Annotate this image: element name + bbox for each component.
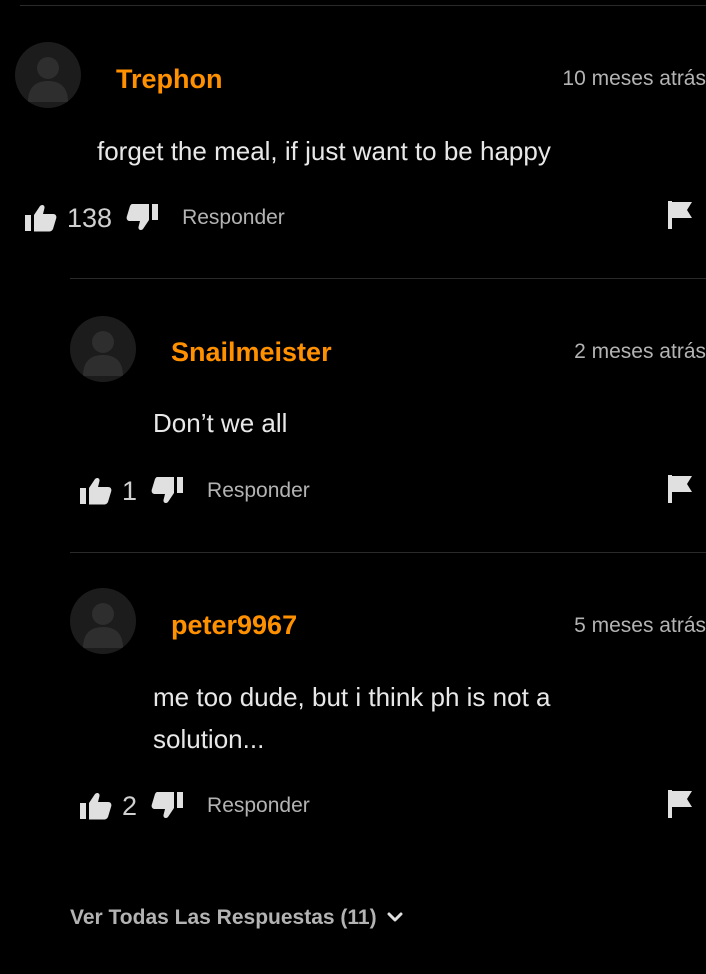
avatar[interactable]	[15, 42, 81, 108]
like-count: 2	[122, 790, 138, 821]
reply-button[interactable]: Responder	[207, 479, 310, 503]
reply-button[interactable]: Responder	[207, 794, 310, 818]
user-silhouette-icon	[83, 331, 123, 376]
comment-username[interactable]: Trephon	[116, 64, 223, 95]
thumbs-up-icon[interactable]	[80, 477, 112, 505]
comment-timestamp: 10 meses atrás	[562, 67, 706, 90]
avatar[interactable]	[70, 316, 136, 382]
reply-item: peter9967 5 meses atrás me too dude, but…	[0, 552, 706, 852]
chevron-down-icon	[387, 912, 403, 924]
user-silhouette-icon	[28, 57, 68, 102]
like-count: 1	[122, 475, 138, 506]
comment-text: Don’t we all	[153, 408, 288, 438]
comment-item: Trephon 10 meses atrás forget the meal, …	[0, 0, 706, 260]
like-count: 138	[67, 202, 113, 233]
comment-username[interactable]: peter9967	[171, 610, 297, 641]
comment-timestamp: 2 meses atrás	[574, 340, 706, 363]
user-silhouette-icon	[83, 603, 123, 648]
see-all-replies-label: Ver Todas Las Respuestas (11)	[70, 906, 377, 929]
flag-icon[interactable]	[668, 201, 694, 234]
comment-actions: 2 Responder	[80, 786, 310, 826]
reply-item: Snailmeister 2 meses atrás Don’t we all …	[0, 278, 706, 552]
avatar[interactable]	[70, 588, 136, 654]
thumbs-down-icon[interactable]	[126, 204, 159, 232]
comment-text: me too dude, but i think ph is not a sol…	[153, 682, 551, 754]
comment-text: forget the meal, if just want to be happ…	[97, 136, 551, 166]
reply-button[interactable]: Responder	[182, 206, 285, 230]
comment-username[interactable]: Snailmeister	[171, 337, 332, 368]
see-all-replies-button[interactable]: Ver Todas Las Respuestas (11)	[70, 906, 403, 930]
comment-actions: 1 Responder	[80, 471, 310, 511]
comment-timestamp: 5 meses atrás	[574, 614, 706, 637]
thumbs-down-icon[interactable]	[151, 792, 184, 820]
thumbs-up-icon[interactable]	[80, 792, 112, 820]
flag-icon[interactable]	[668, 475, 694, 508]
flag-icon[interactable]	[668, 790, 694, 823]
comment-actions: 138 Responder	[25, 198, 285, 238]
thumbs-down-icon[interactable]	[151, 477, 184, 505]
thumbs-up-icon[interactable]	[25, 204, 57, 232]
